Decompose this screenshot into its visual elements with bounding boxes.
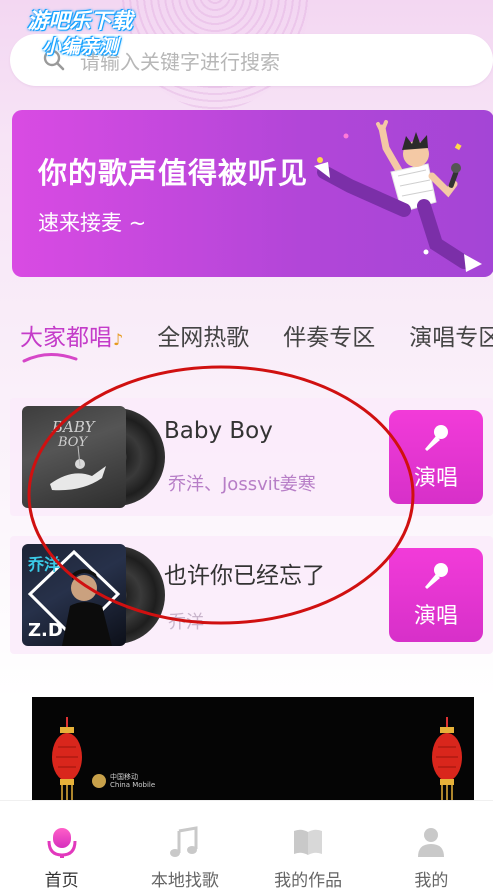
tab-performance[interactable]: 演唱专区 <box>409 318 493 368</box>
song-item[interactable]: 乔洋 Z.D 也许你已经忘了 乔洋 演唱 <box>10 536 493 654</box>
lantern-icon <box>52 717 82 807</box>
tab-label: 大家都唱 <box>20 325 112 351</box>
song-artist: 乔洋 <box>168 612 204 633</box>
watermark: 游吧乐下载 小编亲测 <box>10 8 150 60</box>
song-artist: 乔洋、Jossvit姜寒 <box>168 474 316 495</box>
china-mobile-logo: 中国移动 China Mobile <box>92 773 155 789</box>
bottom-navigation: 首页 本地找歌 我的作品 我的 <box>0 800 493 893</box>
nav-label: 我的作品 <box>274 871 343 891</box>
music-note-icon: ♪ <box>113 330 124 349</box>
microphone-icon <box>425 425 448 451</box>
logo-text-en: China Mobile <box>110 781 156 789</box>
svg-text:Z.D: Z.D <box>28 620 63 641</box>
nav-profile[interactable]: 我的 <box>370 801 493 893</box>
watermark-line2: 小编亲测 <box>41 36 118 58</box>
watermark-line1: 游吧乐下载 <box>27 9 133 33</box>
china-mobile-icon <box>92 774 106 788</box>
lantern-icon <box>432 717 462 807</box>
tab-everyone-sings[interactable]: 大家都唱♪ <box>20 318 123 368</box>
song-item[interactable]: BABY BOY Baby Boy 乔洋、Jossvit姜寒 演唱 <box>10 398 493 516</box>
microphone-icon <box>425 563 448 589</box>
album-art: BABY BOY <box>22 406 165 508</box>
music-note-icon <box>169 826 198 857</box>
nav-label: 首页 <box>44 871 79 891</box>
banner-subtitle: 速来接麦 ~ <box>38 211 147 235</box>
nav-local-songs[interactable]: 本地找歌 <box>123 801 246 893</box>
tab-accompaniment[interactable]: 伴奏专区 <box>283 318 375 368</box>
album-cover: BABY BOY <box>22 406 126 508</box>
mic-icon <box>47 828 77 858</box>
nav-label: 我的 <box>414 871 449 891</box>
active-tab-indicator <box>22 353 78 363</box>
album-cover: 乔洋 Z.D <box>22 544 126 646</box>
song-title: 也许你已经忘了 <box>164 563 325 589</box>
sing-button[interactable]: 演唱 <box>389 410 483 504</box>
category-tabs: 大家都唱♪ 全网热歌 伴奏专区 演唱专区 <box>20 318 493 368</box>
nav-my-works[interactable]: 我的作品 <box>247 801 370 893</box>
sing-button[interactable]: 演唱 <box>389 548 483 642</box>
cover-text: BABY <box>51 418 97 436</box>
tab-hot-songs[interactable]: 全网热歌 <box>157 318 249 368</box>
cover-text: 乔洋 <box>27 555 60 574</box>
logo-text-cn: 中国移动 <box>110 773 138 781</box>
nav-home[interactable]: 首页 <box>0 801 123 893</box>
banner-title: 你的歌声值得被听见 <box>38 156 309 190</box>
song-title: Baby Boy <box>164 418 273 444</box>
user-icon <box>418 828 445 857</box>
jumping-singer-illustration <box>314 120 482 272</box>
promo-banner[interactable]: 你的歌声值得被听见 速来接麦 ~ <box>12 110 493 277</box>
nav-label: 本地找歌 <box>150 871 219 891</box>
svg-text:BOY: BOY <box>57 435 88 450</box>
album-art: 乔洋 Z.D <box>22 544 165 646</box>
book-icon <box>294 829 323 855</box>
sing-button-label: 演唱 <box>413 604 458 629</box>
sing-button-label: 演唱 <box>413 466 458 491</box>
ad-banner[interactable]: 中国移动 China Mobile <box>32 697 474 807</box>
